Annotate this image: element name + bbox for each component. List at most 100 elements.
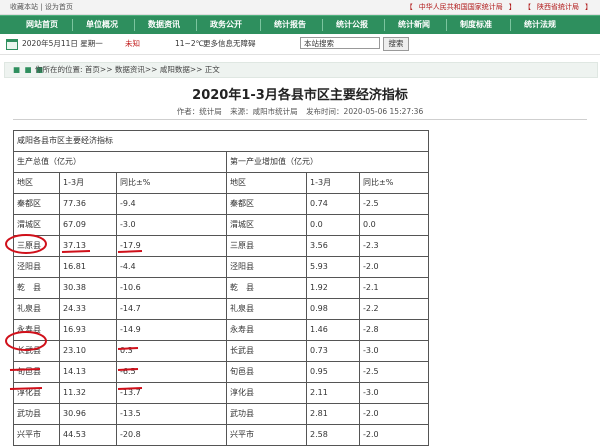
table-row: 旬邑县 14.13 -6.5 旬邑县 0.95 -2.5 xyxy=(14,362,428,383)
cell-region: 乾 县 xyxy=(17,283,41,292)
group-primary-industry: 第一产业增加值（亿元） xyxy=(230,157,318,166)
cell-gdp-value: 16.93 xyxy=(63,325,86,334)
cell-primary-value: 0.74 xyxy=(310,199,328,208)
article-published: 发布时间：2020-05-06 15:27:36 xyxy=(306,107,424,116)
nav-item-bulletin[interactable]: 统计公报 xyxy=(324,16,380,34)
cell-gdp-value: 24.33 xyxy=(63,304,86,313)
cell-region: 长武县 xyxy=(17,346,41,355)
cell-gdp-yoy: -14.9 xyxy=(120,325,141,334)
cell-gdp-yoy: -9.4 xyxy=(120,199,136,208)
cell-region: 三原县 xyxy=(17,241,41,250)
cell-gdp-yoy: -14.7 xyxy=(120,304,141,313)
bracket-open: 【 xyxy=(524,3,531,11)
economic-indicators-table: 咸阳各县市区主要经济指标 生产总值（亿元） 第一产业增加值（亿元） 地区 1-3… xyxy=(13,130,429,446)
table-row: 兴平市 44.53 -20.8 兴平市 2.58 -2.0 xyxy=(14,425,428,446)
nav-item-data[interactable]: 数据资讯 xyxy=(136,16,192,34)
cell-gdp-yoy: -13.5 xyxy=(120,409,141,418)
cell-primary-value: 2.11 xyxy=(310,388,328,397)
title-divider xyxy=(13,119,587,120)
cell-primary-yoy: -3.0 xyxy=(363,388,379,397)
nav-item-reports[interactable]: 统计报告 xyxy=(262,16,318,34)
cell-primary-yoy: -2.0 xyxy=(363,409,379,418)
info-bar: 2020年5月11日 星期一 未知 11~2℃ 更多信息无障碍 本站搜索 搜索 xyxy=(0,34,600,55)
header-jan-mar: 1-3月 xyxy=(63,178,85,187)
bookmark-link[interactable]: 收藏本站 xyxy=(10,3,38,11)
cell-primary-yoy: -2.2 xyxy=(363,304,379,313)
nav-item-laws[interactable]: 统计法规 xyxy=(512,16,568,34)
cell-primary-value: 0.95 xyxy=(310,367,328,376)
cell-gdp-value: 16.81 xyxy=(63,262,86,271)
cell-gdp-value: 77.36 xyxy=(63,199,86,208)
cell-primary-value: 2.58 xyxy=(310,430,328,439)
table-caption-row: 咸阳各县市区主要经济指标 xyxy=(14,131,428,152)
cell-primary-value: 2.81 xyxy=(310,409,328,418)
cell-region: 渭城区 xyxy=(230,220,254,229)
nav-item-affairs[interactable]: 政务公开 xyxy=(198,16,254,34)
cell-primary-value: 0.0 xyxy=(310,220,323,229)
nav-divider xyxy=(384,19,385,31)
cell-primary-yoy: -2.0 xyxy=(363,430,379,439)
nav-item-news[interactable]: 统计新闻 xyxy=(386,16,442,34)
cell-region: 旬邑县 xyxy=(230,367,254,376)
table-header-row: 地区 1-3月 同比±% 地区 1-3月 同比±% xyxy=(14,173,428,194)
cell-gdp-value: 44.53 xyxy=(63,430,86,439)
search-input[interactable]: 本站搜索 xyxy=(300,37,380,49)
cell-gdp-value: 11.32 xyxy=(63,388,86,397)
cell-primary-yoy: -2.0 xyxy=(363,262,379,271)
article-author: 作者：统计局 xyxy=(176,107,222,116)
cell-region: 长武县 xyxy=(230,346,254,355)
cell-region: 武功县 xyxy=(17,409,41,418)
weather-status: 未知 xyxy=(125,39,140,48)
table-row: 渭城区 67.09 -3.0 渭城区 0.0 0.0 xyxy=(14,215,428,236)
nav-item-home[interactable]: 网站首页 xyxy=(14,16,70,34)
current-date: 2020年5月11日 星期一 xyxy=(22,39,103,48)
cell-region: 秦都区 xyxy=(17,199,41,208)
cell-primary-value: 1.92 xyxy=(310,283,328,292)
cell-region: 泾阳县 xyxy=(17,262,41,271)
cell-region: 礼泉县 xyxy=(230,304,254,313)
nav-divider xyxy=(134,19,135,31)
cell-gdp-value: 37.13 xyxy=(63,241,86,250)
nav-divider xyxy=(446,19,447,31)
table-row: 三原县 37.13 -17.9 三原县 3.56 -2.3 xyxy=(14,236,428,257)
cell-primary-yoy: -2.5 xyxy=(363,367,379,376)
accessibility-link[interactable]: 更多信息无障碍 xyxy=(203,34,256,54)
nav-divider xyxy=(510,19,511,31)
set-homepage-link[interactable]: 设为首页 xyxy=(45,3,73,11)
breadcrumb-text: 你所在的位置: 首页>> 数据资讯>> 咸阳数据>> 正文 xyxy=(35,63,220,77)
nav-divider xyxy=(322,19,323,31)
cell-region: 永寿县 xyxy=(17,325,41,334)
cell-gdp-value: 23.10 xyxy=(63,346,86,355)
breadcrumb-path[interactable]: 首页>> 数据资讯>> 咸阳数据>> 正文 xyxy=(85,65,220,74)
table-row: 泾阳县 16.81 -4.4 泾阳县 5.93 -2.0 xyxy=(14,257,428,278)
national-stats-link[interactable]: 中华人民共和国国家统计局 xyxy=(419,3,503,11)
search-button[interactable]: 搜索 xyxy=(383,37,409,51)
cell-primary-yoy: -3.0 xyxy=(363,346,379,355)
header-jan-mar: 1-3月 xyxy=(310,178,332,187)
nav-item-profile[interactable]: 单位概况 xyxy=(74,16,130,34)
nav-item-standards[interactable]: 制度标准 xyxy=(448,16,504,34)
table-caption: 咸阳各县市区主要经济指标 xyxy=(17,136,113,145)
header-yoy: 同比±% xyxy=(363,178,394,187)
cell-region: 淳化县 xyxy=(17,388,41,397)
cell-primary-yoy: -2.3 xyxy=(363,241,379,250)
article-source: 来源：咸阳市统计局 xyxy=(230,107,298,116)
top-links: 收藏本站 | 设为首页 xyxy=(10,0,73,14)
table-row: 武功县 30.96 -13.5 武功县 2.81 -2.0 xyxy=(14,404,428,425)
nav-divider xyxy=(260,19,261,31)
cell-gdp-yoy: -3.0 xyxy=(120,220,136,229)
cell-region: 旬邑县 xyxy=(17,367,41,376)
cell-region: 兴平市 xyxy=(230,430,254,439)
bracket-close: 】 xyxy=(508,3,516,11)
cell-gdp-yoy: 0.3 xyxy=(120,346,133,355)
table-body: 秦都区 77.36 -9.4 秦都区 0.74 -2.5 渭城区 67.09 -3.0 渭城区 0.… xyxy=(14,194,428,446)
cell-region: 淳化县 xyxy=(230,388,254,397)
external-links: 【中华人民共和国国家统计局】 【陕西省统计局】 xyxy=(400,0,592,14)
cell-region: 礼泉县 xyxy=(17,304,41,313)
shaanxi-stats-link[interactable]: 陕西省统计局 xyxy=(537,3,579,11)
article-meta: 作者：统计局 来源：咸阳市统计局 发布时间：2020-05-06 15:27:3… xyxy=(0,106,600,117)
nav-divider xyxy=(72,19,73,31)
cell-primary-yoy: -2.5 xyxy=(363,199,379,208)
cell-gdp-yoy: -17.9 xyxy=(120,241,141,250)
bracket-close: 】 xyxy=(585,3,592,11)
